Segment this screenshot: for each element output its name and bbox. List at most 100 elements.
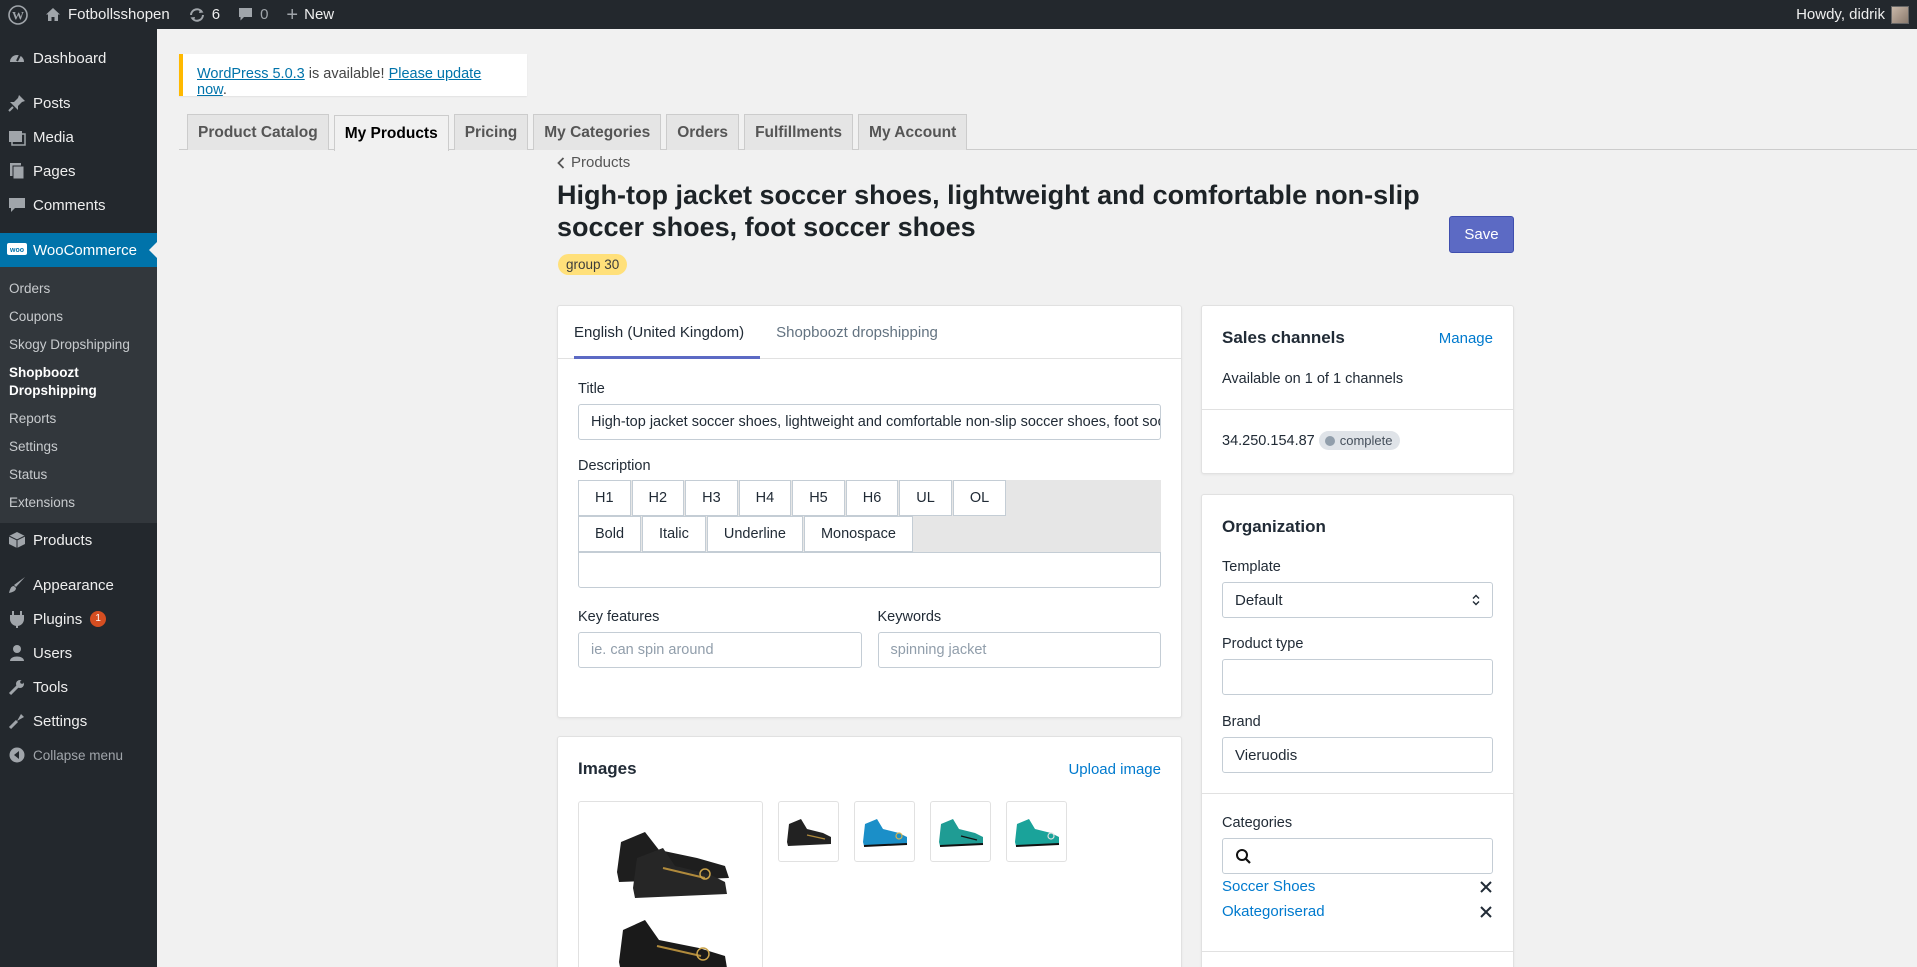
submenu-extensions[interactable]: Extensions [0,489,157,517]
menu-plugins[interactable]: Plugins 1 [0,602,157,636]
description-toolbar: H1 H2 H3 H4 H5 H6 UL OL Bold Italic Unde… [578,480,1161,552]
wordpress-version-link[interactable]: WordPress 5.0.3 [197,66,305,82]
menu-comments[interactable]: Comments [0,188,157,222]
collapse-menu-button[interactable]: Collapse menu [0,738,157,772]
tab-fulfillments[interactable]: Fulfillments [744,114,854,150]
title-input[interactable]: High-top jacket soccer shoes, lightweigh… [578,404,1161,440]
greeting: Howdy, didrik [1796,6,1885,23]
tab-my-account[interactable]: My Account [858,114,968,150]
submenu-coupons[interactable]: Coupons [0,303,157,331]
submenu-status[interactable]: Status [0,461,157,489]
template-select[interactable]: Default [1222,582,1493,618]
manage-channels-link[interactable]: Manage [1439,330,1493,347]
comments-count: 0 [260,6,269,23]
notice-text: is available! [304,66,389,82]
wrench-icon [7,677,27,697]
submenu-skogy-dropshipping[interactable]: Skogy Dropshipping [0,331,157,359]
category-link[interactable]: Soccer Shoes [1222,878,1315,895]
svg-text:woo: woo [9,247,24,254]
underline-button[interactable]: Underline [706,516,803,552]
h4-button[interactable]: H4 [738,480,792,516]
updates-link[interactable]: 6 [179,0,229,29]
tab-shopboozt-dropshipping[interactable]: Shopboozt dropshipping [776,306,954,358]
category-link[interactable]: Okategoriserad [1222,903,1325,920]
description-editor[interactable] [578,552,1161,588]
tab-pricing[interactable]: Pricing [453,114,529,150]
menu-label: Pages [33,162,76,180]
menu-settings[interactable]: Settings [0,704,157,738]
menu-appearance[interactable]: Appearance [0,568,157,602]
h5-button[interactable]: H5 [792,480,845,516]
menu-label: Dashboard [33,49,107,67]
categories-search-input[interactable] [1222,838,1493,874]
product-type-input[interactable] [1222,659,1493,695]
brush-icon [7,575,27,595]
collapse-arrow-icon [7,745,27,765]
key-features-input[interactable]: ie. can spin around [578,632,862,668]
brand-input[interactable]: Vieruodis [1222,737,1493,773]
save-button[interactable]: Save [1449,216,1514,253]
breadcrumb-label: Products [571,154,631,171]
menu-media[interactable]: Media [0,120,157,154]
media-icon [7,127,27,147]
menu-dashboard[interactable]: Dashboard [0,41,157,75]
remove-category-icon[interactable] [1479,880,1493,894]
menu-users[interactable]: Users [0,636,157,670]
submenu-reports[interactable]: Reports [0,405,157,433]
admin-bar: W Fotbollsshopen 6 0 + New Howdy, didrik [0,0,1917,29]
status-label: complete [1339,433,1393,448]
divider [1202,409,1513,410]
comments-link[interactable]: 0 [229,0,277,29]
upload-image-link[interactable]: Upload image [1068,761,1161,778]
menu-products[interactable]: Products [0,523,157,557]
remove-category-icon[interactable] [1479,905,1493,919]
ul-button[interactable]: UL [899,480,952,516]
keywords-label: Keywords [877,609,942,625]
heading-buttons-row: H1 H2 H3 H4 H5 H6 UL OL [578,480,1161,516]
monospace-button[interactable]: Monospace [803,516,913,552]
tab-my-categories[interactable]: My Categories [533,114,662,150]
images-title: Images [578,759,637,778]
h2-button[interactable]: H2 [631,480,685,516]
divider [1202,793,1513,794]
submenu-shopboozt-dropshipping[interactable]: Shopboozt Dropshipping [0,359,157,405]
menu-tools[interactable]: Tools [0,670,157,704]
keywords-input[interactable]: spinning jacket [877,632,1161,668]
h1-button[interactable]: H1 [578,480,631,516]
menu-label: Plugins [33,610,83,628]
main-product-image[interactable] [578,801,763,967]
menu-posts[interactable]: Posts [0,86,157,120]
bold-button[interactable]: Bold [578,516,642,552]
tab-product-catalog[interactable]: Product Catalog [187,114,329,150]
menu-woocommerce[interactable]: woo WooCommerce [0,233,157,267]
channel-ip: 34.250.154.87 [1222,432,1315,449]
menu-pages[interactable]: Pages [0,154,157,188]
description-label: Description [578,458,651,474]
ol-button[interactable]: OL [952,480,1007,516]
site-name-link[interactable]: Fotbollsshopen [36,0,179,29]
tab-orders[interactable]: Orders [666,114,740,150]
product-thumbnail[interactable] [930,801,991,862]
italic-button[interactable]: Italic [642,516,706,552]
tab-my-products[interactable]: My Products [333,115,449,151]
product-thumbnail[interactable] [778,801,839,862]
channels-availability: Available on 1 of 1 channels [1222,371,1404,387]
submenu-settings[interactable]: Settings [0,433,157,461]
style-buttons-row: Bold Italic Underline Monospace [578,516,1161,552]
plugin-nav-tabs: Product Catalog My Products Pricing My C… [179,114,1917,151]
key-features-label: Key features [578,609,660,625]
wordpress-logo-icon[interactable]: W [0,0,36,29]
submenu-orders[interactable]: Orders [0,275,157,303]
category-item: Okategoriserad [1222,899,1493,924]
product-thumbnail[interactable] [854,801,915,862]
h3-button[interactable]: H3 [685,480,738,516]
my-account-link[interactable]: Howdy, didrik [1787,0,1917,29]
tab-english-uk[interactable]: English (United Kingdom) [574,306,761,359]
product-thumbnail[interactable] [1006,801,1067,862]
breadcrumb[interactable]: Products [557,154,630,171]
h6-button[interactable]: H6 [845,480,899,516]
categories-label: Categories [1222,815,1293,831]
update-notice: WordPress 5.0.3 is available! Please upd… [179,54,527,98]
new-content-link[interactable]: + New [277,0,343,29]
svg-text:W: W [12,8,24,22]
